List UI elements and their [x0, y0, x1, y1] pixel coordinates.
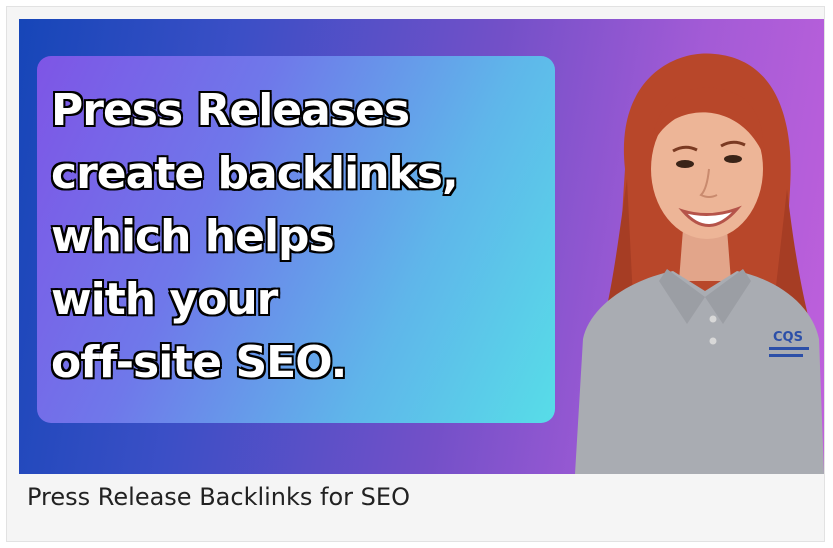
- headline-line-3: which helps: [50, 210, 337, 264]
- video-card[interactable]: Press Releases create backlinks, which h…: [6, 6, 825, 542]
- headline-line-4: with your: [50, 273, 280, 327]
- headline-line-2: create backlinks,: [50, 147, 461, 201]
- thumbnail-headline: Press Releases create backlinks, which h…: [50, 79, 551, 394]
- headline-line-5: off-site SEO.: [50, 336, 349, 390]
- presenter-image: CQS: [575, 53, 824, 474]
- headline-line-1: Press Releases: [50, 84, 412, 138]
- shirt-logo: CQS: [773, 330, 803, 345]
- video-thumbnail[interactable]: Press Releases create backlinks, which h…: [19, 19, 824, 474]
- video-title[interactable]: Press Release Backlinks for SEO: [27, 483, 410, 511]
